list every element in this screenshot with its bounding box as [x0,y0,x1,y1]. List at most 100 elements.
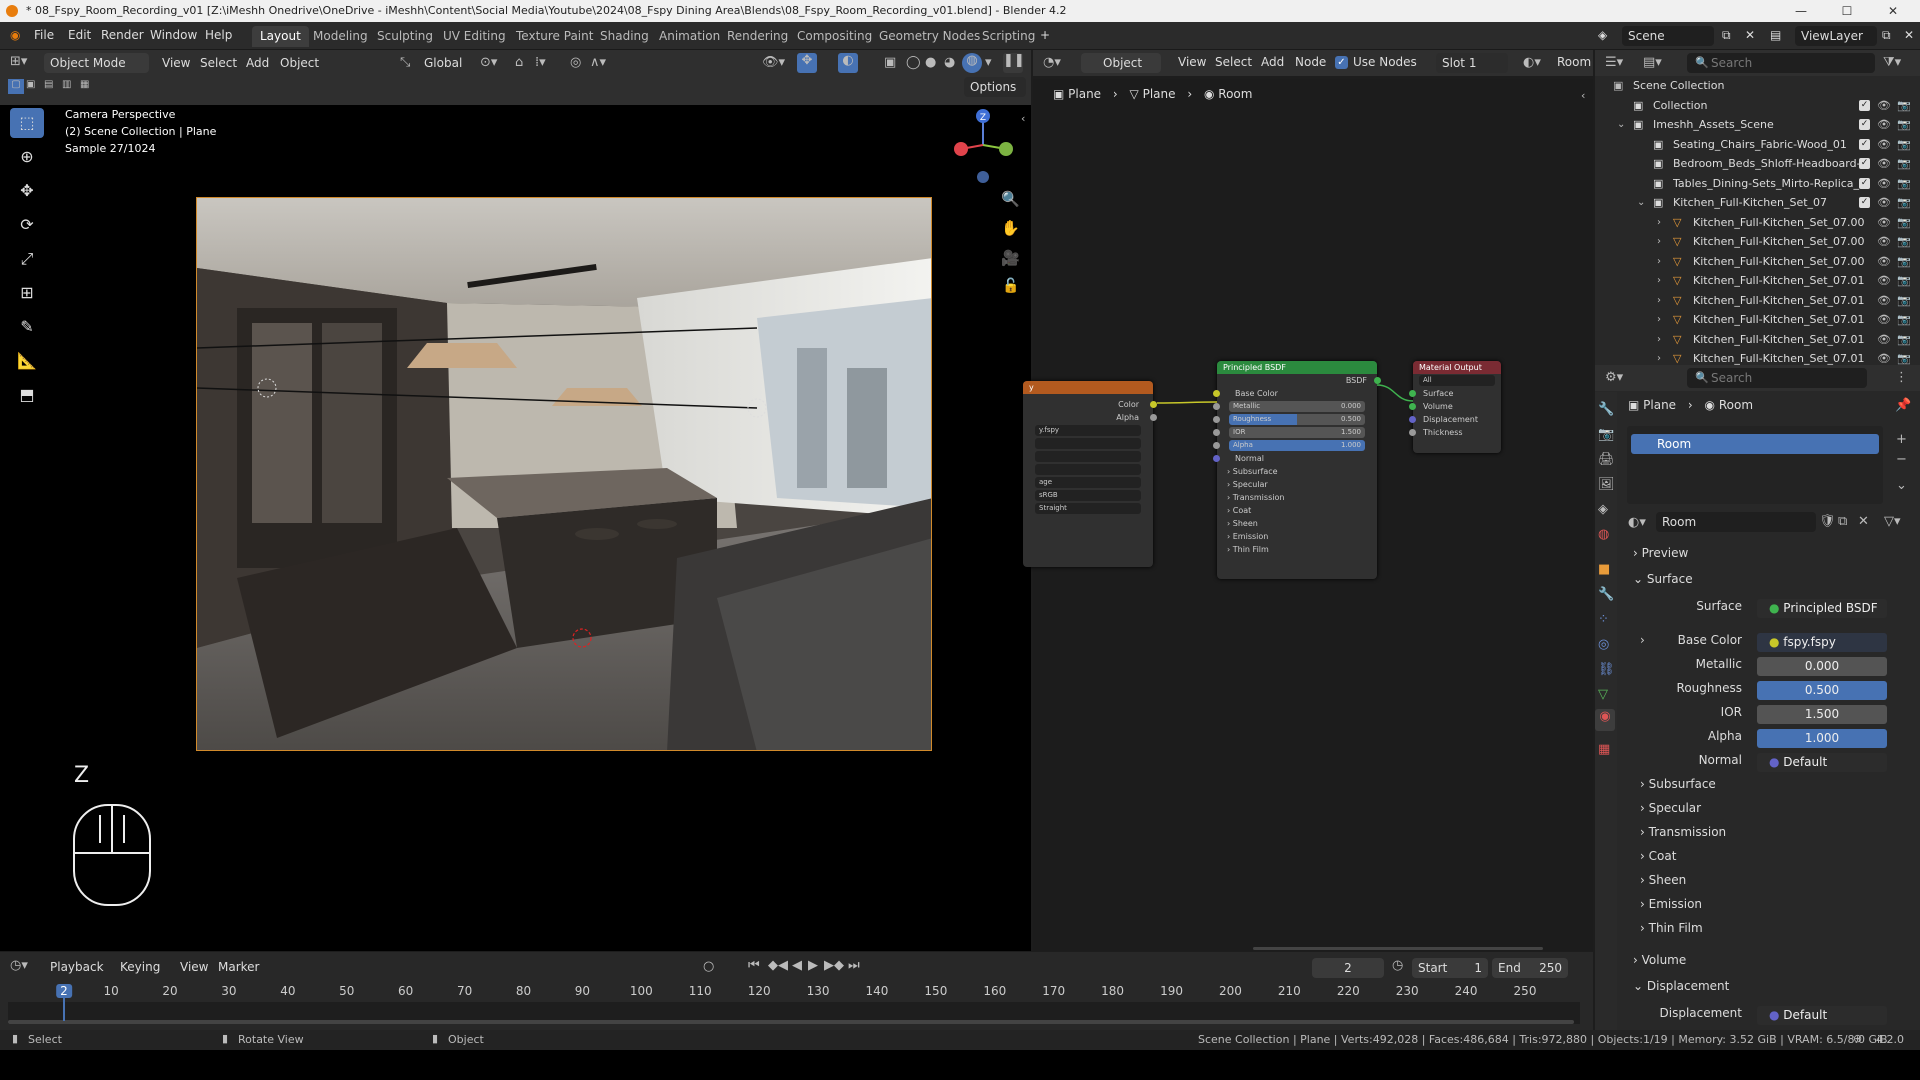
outliner-editor-type-icon[interactable]: ☰▾ [1605,55,1623,70]
transform-orientation-icon[interactable]: ⤡ [400,55,410,70]
snap-target-icon[interactable]: ⁞▾ [535,55,546,70]
render-visibility-icon[interactable]: 📷 [1897,232,1911,252]
render-visibility-icon[interactable]: 📷 [1897,330,1911,350]
pause-render-icon[interactable]: ❚❚ [1003,53,1025,73]
use-nodes-checkbox[interactable]: ✓ [1335,56,1348,69]
visibility-eye-icon[interactable]: 👁 [1877,115,1891,135]
material-shading-icon[interactable]: ◕ [944,55,955,70]
scale-tool-icon[interactable]: ⤢ [10,244,44,274]
transform-tool-icon[interactable]: ⊞ [10,278,44,308]
displacement-row[interactable]: Displacement ● Default [1620,1006,1910,1026]
start-frame-field[interactable]: Start 1 [1412,958,1488,978]
render-visibility-icon[interactable]: 📷 [1897,252,1911,272]
outliner-row[interactable]: ▣ Bedroom_Beds_Shloff-Headboard-C ✓ 👁 📷 [1595,154,1920,174]
menu-file[interactable]: File [34,28,54,42]
slot-specials-icon[interactable]: ⌄ [1896,478,1907,493]
timeline-menu-view[interactable]: View [180,960,208,974]
expand-toggle-icon[interactable]: › [1657,232,1661,252]
surface-panel-header[interactable]: ⌄ Surface [1633,572,1693,586]
render-visibility-icon[interactable]: 📷 [1897,135,1911,155]
material-tab-icon[interactable]: ◉ [1595,709,1615,731]
visibility-eye-icon[interactable]: 👁 [1877,213,1891,233]
sidebar-toggle-icon[interactable]: ‹ [1021,112,1025,125]
visibility-eye-icon[interactable]: 👁 [1877,154,1891,174]
select-box-tool-icon[interactable]: ⬚ [10,108,44,138]
node-editor-type-icon[interactable]: ◔▾ [1043,55,1061,70]
cursor-tool-icon[interactable]: ⊕ [10,142,44,172]
node-menu-node[interactable]: Node [1295,55,1326,69]
tab-scripting[interactable]: Scripting [974,26,1043,47]
visibility-eye-icon[interactable]: 👁 [1877,135,1891,155]
alpha-row[interactable]: Alpha 1.000 [1620,729,1910,749]
properties-search-field[interactable]: Search [1687,368,1867,388]
visibility-icon[interactable]: 👁▾ [762,55,785,70]
node-menu-view[interactable]: View [1178,55,1206,69]
render-visibility-icon[interactable]: 📷 [1897,291,1911,311]
expand-toggle-icon[interactable]: ⌄ [1637,193,1645,213]
gizmo-x-axis[interactable] [954,142,968,156]
node-editor-scrollbar[interactable] [1253,947,1543,950]
select-intersect-mode-icon[interactable]: ▦ [80,79,89,90]
expand-toggle-icon[interactable]: › [1657,310,1661,330]
viewport-menu-object[interactable]: Object [280,56,319,70]
outliner-row[interactable]: ⌄ ▣ Imeshh_Assets_Scene ✓ 👁 📷 [1595,115,1920,135]
material-slot-item[interactable]: Room [1631,434,1879,454]
xray-icon[interactable]: ▣ [884,55,896,70]
node-editor[interactable]: ▣ Plane › ▽ Plane › ◉ Room y Color Alpha… [1023,79,1593,951]
outliner-row[interactable]: › ▽ Kitchen_Full-Kitchen_Set_07.01 👁 📷 [1595,271,1920,291]
object-mode-dropdown[interactable]: Object Mode [44,53,149,73]
volume-panel-header[interactable]: › Volume [1633,953,1686,967]
pivot-point-icon[interactable]: ⊙▾ [480,55,497,70]
add-cube-tool-icon[interactable]: ⬒ [10,380,44,410]
outliner-row[interactable]: ▣ Collection ✓ 👁 📷 [1595,96,1920,116]
texture-tab-icon[interactable]: ▦ [1598,742,1610,757]
jump-keyframe-back-icon[interactable]: ◆◀ [768,958,788,973]
expand-toggle-icon[interactable]: › [1657,271,1661,291]
render-visibility-icon[interactable]: 📷 [1897,271,1911,291]
maximize-icon[interactable]: ☐ [1826,0,1868,22]
surface-subpanel-header[interactable]: › Emission [1640,897,1702,911]
normal-field[interactable]: ● Default [1757,753,1887,772]
outliner-row[interactable]: ⌄ ▣ Kitchen_Full-Kitchen_Set_07 ✓ 👁 📷 [1595,193,1920,213]
jump-end-icon[interactable]: ⏭ [848,958,860,973]
outliner-row[interactable]: › ▽ Kitchen_Full-Kitchen_Set_07.01 👁 📷 [1595,310,1920,330]
tab-compositing[interactable]: Compositing [789,26,880,47]
exclude-checkbox-icon[interactable]: ✓ [1859,158,1870,169]
particles-tab-icon[interactable]: ⁘ [1598,612,1609,627]
visibility-eye-icon[interactable]: 👁 [1877,193,1891,213]
lock-camera-icon[interactable]: 🔓 [1002,278,1019,294]
expand-toggle-icon[interactable]: › [1657,213,1661,233]
render-visibility-icon[interactable]: 📷 [1897,193,1911,213]
roughness-row[interactable]: Roughness 0.500 [1620,681,1910,701]
shader-type-dropdown[interactable]: Object [1081,53,1161,73]
play-icon[interactable]: ▶ [808,958,818,973]
menu-window[interactable]: Window [150,28,197,42]
timeline-scrollbar[interactable] [8,1020,1574,1024]
duplicate-material-icon[interactable]: ⧉ [1838,514,1847,529]
node-menu-select[interactable]: Select [1215,55,1252,69]
outliner-row[interactable]: › ▽ Kitchen_Full-Kitchen_Set_07.00 👁 📷 [1595,252,1920,272]
render-visibility-icon[interactable]: 📷 [1897,96,1911,116]
data-tab-icon[interactable]: ▽ [1598,687,1608,702]
modifier-tab-icon[interactable]: 🔧 [1598,587,1614,602]
outliner-display-mode-icon[interactable]: ▤▾ [1643,55,1662,70]
surface-subpanel-header[interactable]: › Coat [1640,849,1676,863]
shading-options-icon[interactable]: ▾ [985,55,992,70]
exclude-checkbox-icon[interactable]: ✓ [1859,138,1870,150]
constraints-tab-icon[interactable]: ⛓ [1598,662,1615,677]
zoom-view-icon[interactable]: 🔍 [1001,190,1020,208]
move-tool-icon[interactable]: ✥ [10,176,44,206]
exclude-checkbox-icon[interactable]: ✓ [1859,99,1870,111]
visibility-eye-icon[interactable]: 👁 [1877,96,1891,116]
play-reverse-icon[interactable]: ◀ [792,958,802,973]
outliner-row[interactable]: › ▽ Kitchen_Full-Kitchen_Set_07.00 👁 📷 [1595,213,1920,233]
material-slot-dropdown[interactable]: Slot 1 [1436,53,1508,73]
view-layer-selector[interactable]: ViewLayer [1795,26,1877,46]
base-color-field[interactable]: ● fspy.fspy [1757,633,1887,652]
outliner-row[interactable]: › ▽ Kitchen_Full-Kitchen_Set_07.01 👁 📷 [1595,291,1920,311]
surface-subpanel-header[interactable]: › Transmission [1640,825,1726,839]
jump-keyframe-forward-icon[interactable]: ▶◆ [824,958,844,973]
overlays-toggle-icon[interactable]: ◐ [838,53,858,73]
pin-icon[interactable]: 📌 [1895,398,1911,413]
preview-panel-header[interactable]: › Preview [1633,546,1688,560]
